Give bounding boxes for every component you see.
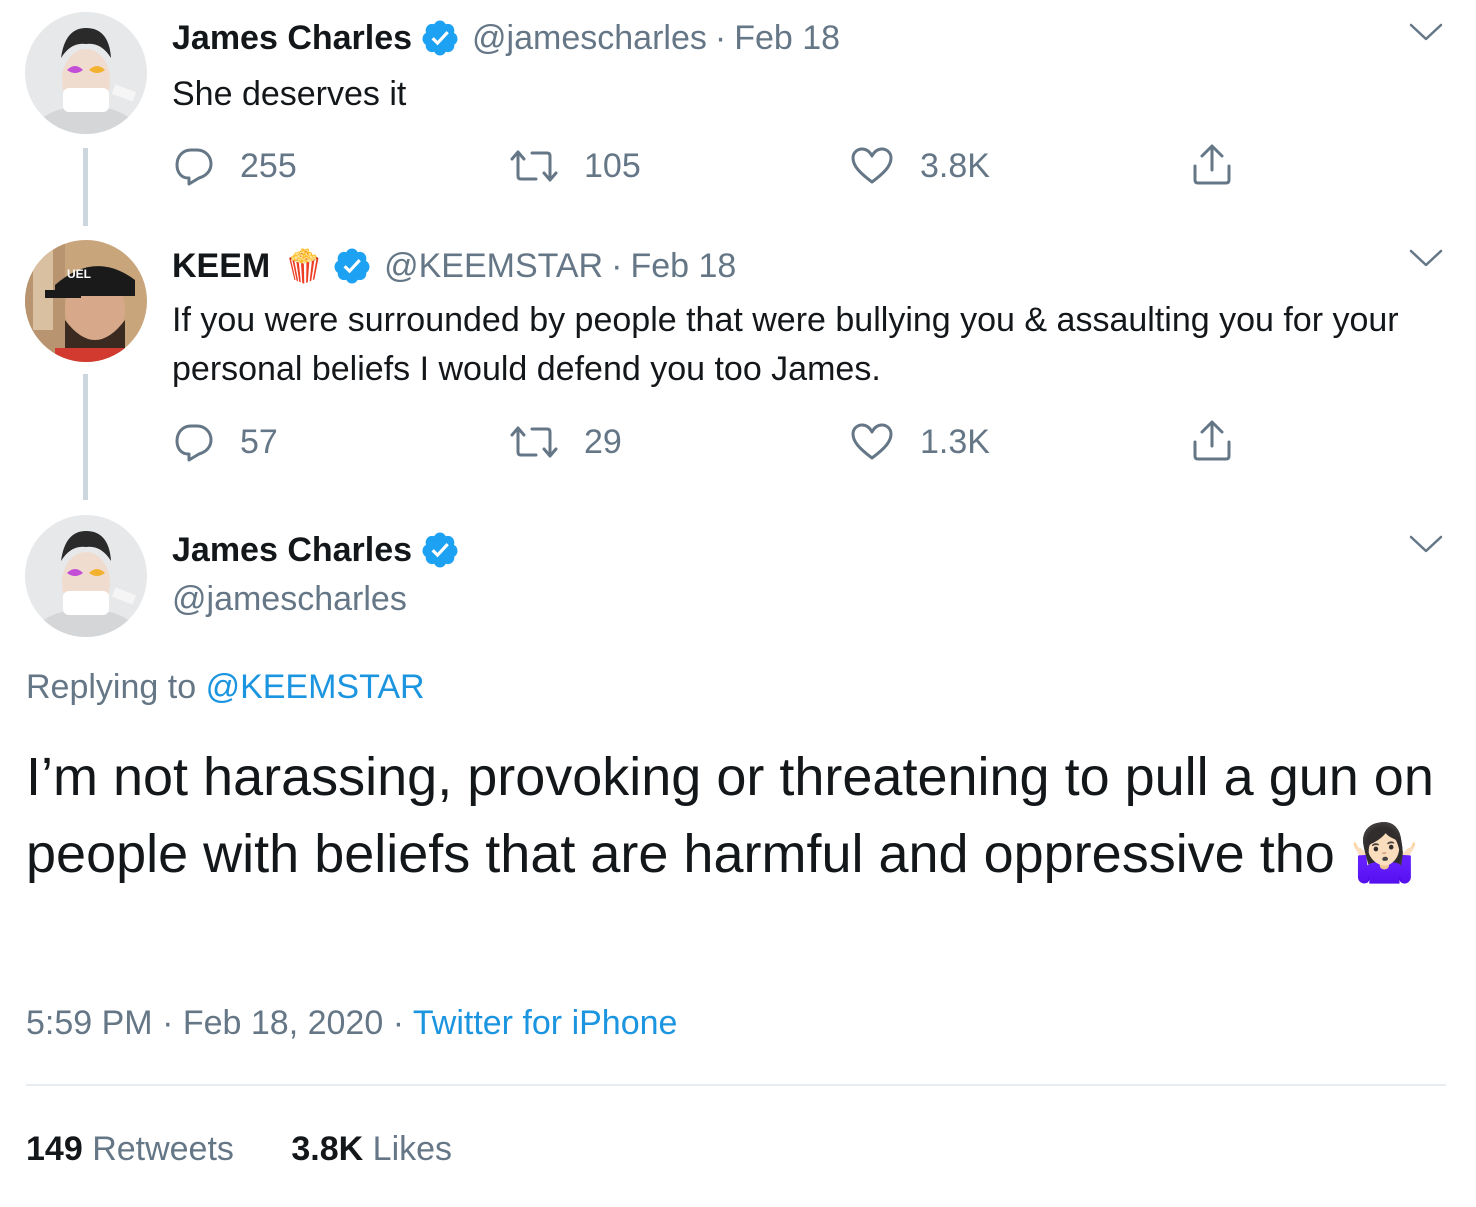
heart-icon (850, 422, 894, 462)
separator: · (714, 18, 727, 57)
heart-icon (850, 146, 894, 186)
main-tweet-text: I’m not harassing, provoking or threaten… (26, 740, 1446, 892)
reply-count: 255 (240, 146, 297, 185)
chevron-down-icon[interactable] (1408, 20, 1444, 44)
retweets-count: 149 (26, 1130, 83, 1168)
retweet-button[interactable]: 29 (510, 418, 622, 466)
like-button[interactable]: 3.8K (850, 142, 990, 190)
thread-line (83, 148, 88, 226)
reply-button[interactable]: 255 (174, 142, 297, 190)
tweet-date[interactable]: Feb 18 (734, 19, 840, 58)
main-tweet-header: James Charles (172, 528, 460, 572)
tweet-source-link[interactable]: Twitter for iPhone (413, 1004, 678, 1042)
tweet-time[interactable]: 5:59 PM (26, 1004, 153, 1042)
share-button[interactable] (1190, 416, 1260, 464)
main-tweet-body: I’m not harassing, provoking or threaten… (26, 747, 1434, 884)
retweets-stat[interactable]: 149 Retweets (26, 1130, 243, 1168)
reply-count: 57 (240, 422, 278, 461)
tweet-header: KEEM 🍿 @KEEMSTAR · Feb 18 (172, 244, 736, 288)
retweet-icon (510, 146, 558, 186)
display-name[interactable]: James Charles (172, 19, 412, 58)
avatar-keemstar[interactable]: UEL (25, 240, 147, 362)
likes-stat[interactable]: 3.8K Likes (291, 1130, 452, 1168)
tweet-text: She deserves it (172, 75, 407, 113)
likes-count: 3.8K (291, 1130, 364, 1168)
like-count: 1.3K (920, 422, 990, 461)
avatar-jamescharles[interactable] (25, 515, 147, 637)
thread-line (83, 374, 88, 500)
engagement-stats: 149 Retweets 3.8K Likes (26, 1130, 500, 1169)
reply-icon (174, 422, 214, 462)
like-button[interactable]: 1.3K (850, 418, 990, 466)
chevron-down-icon[interactable] (1408, 246, 1444, 270)
tweet-full-date[interactable]: Feb 18, 2020 (183, 1004, 383, 1042)
separator: · (392, 1004, 405, 1042)
name-emoji: 🍿 (284, 248, 325, 284)
retweet-icon (510, 422, 558, 462)
verified-badge-icon (420, 18, 460, 58)
display-name[interactable]: James Charles (172, 531, 412, 570)
verified-badge-icon (420, 530, 460, 570)
tweet-header: James Charles @jamescharles · Feb 18 (172, 16, 840, 60)
retweet-button[interactable]: 105 (510, 142, 641, 190)
separator: · (162, 1004, 174, 1042)
retweet-count: 105 (584, 146, 641, 185)
shrug-emoji: 🤷🏻‍♀️ (1349, 821, 1420, 884)
replying-handle-link[interactable]: @KEEMSTAR (206, 668, 425, 706)
reply-icon (174, 146, 214, 186)
user-handle[interactable]: @KEEMSTAR (384, 247, 603, 286)
chevron-down-icon[interactable] (1408, 532, 1444, 556)
svg-text:UEL: UEL (67, 267, 91, 281)
divider (26, 1084, 1446, 1086)
tweet-date[interactable]: Feb 18 (630, 247, 736, 286)
retweets-label: Retweets (92, 1130, 234, 1168)
replying-to: Replying to @KEEMSTAR (26, 668, 425, 707)
share-icon (1190, 142, 1234, 186)
avatar-jamescharles[interactable] (25, 12, 147, 134)
user-handle[interactable]: @jamescharles (472, 19, 707, 58)
replying-prefix: Replying to (26, 668, 197, 706)
share-button[interactable] (1190, 140, 1260, 188)
likes-label: Likes (372, 1130, 453, 1168)
user-handle[interactable]: @jamescharles (172, 580, 407, 619)
tweet-text: If you were surrounded by people that we… (172, 301, 1399, 388)
share-icon (1190, 418, 1234, 462)
verified-badge-icon (332, 246, 372, 286)
retweet-count: 29 (584, 422, 622, 461)
tweet-meta: 5:59 PM · Feb 18, 2020 · Twitter for iPh… (26, 1004, 677, 1043)
like-count: 3.8K (920, 146, 990, 185)
reply-button[interactable]: 57 (174, 418, 278, 466)
separator: · (611, 246, 623, 285)
display-name[interactable]: KEEM (172, 247, 270, 286)
